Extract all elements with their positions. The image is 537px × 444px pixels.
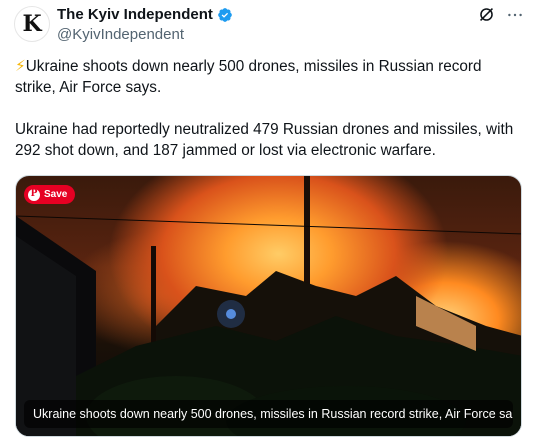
avatar[interactable]: K [14,6,50,42]
author-row: The Kyiv Independent [57,6,233,23]
tweet-media[interactable]: P Save Ukraine shoots down nearly 500 dr… [15,175,522,437]
tweet-headline: ⚡Ukraine shoots down nearly 500 drones, … [15,56,520,98]
pinterest-icon: P [28,188,40,201]
verified-badge-icon [217,7,233,23]
tweet-body: Ukraine had reportedly neutralized 479 R… [15,121,514,159]
tweet-headline-text: Ukraine shoots down nearly 500 drones, m… [15,58,482,96]
media-caption[interactable]: Ukraine shoots down nearly 500 drones, m… [24,400,513,428]
save-label: Save [44,189,68,200]
author-handle[interactable]: @KyivIndependent [57,26,184,43]
author-name[interactable]: The Kyiv Independent [57,6,213,23]
lightning-emoji: ⚡ [15,58,26,75]
tweet-actions-top [478,6,523,23]
more-icon[interactable] [507,11,523,19]
grok-icon[interactable] [478,6,495,23]
pinterest-save-button[interactable]: P Save [24,185,76,204]
avatar-letter: K [22,10,42,37]
tweet-text: ⚡Ukraine shoots down nearly 500 drones, … [15,56,520,161]
fire-scene [16,176,521,436]
